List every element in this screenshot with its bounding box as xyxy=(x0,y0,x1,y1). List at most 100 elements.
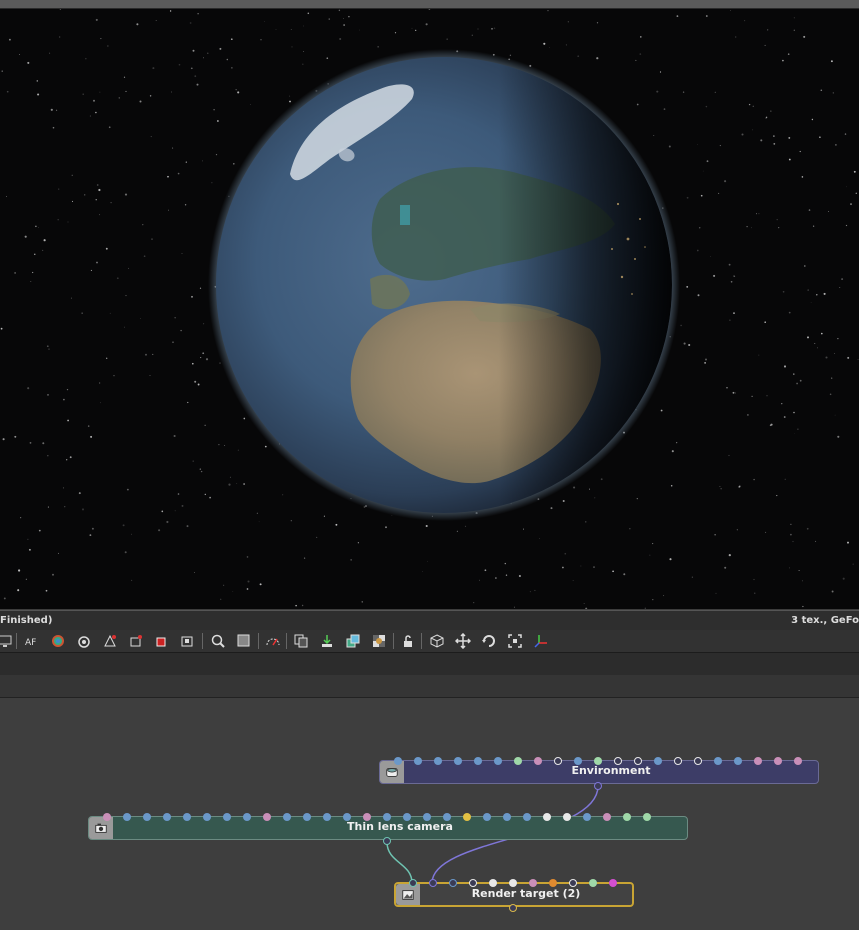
red-square-icon[interactable] xyxy=(153,632,171,650)
node-input-pin[interactable] xyxy=(263,813,271,821)
import-icon[interactable] xyxy=(318,632,336,650)
node-input-pin[interactable] xyxy=(469,879,477,887)
fit-icon[interactable] xyxy=(506,632,524,650)
lock-icon[interactable] xyxy=(399,632,417,650)
node-input-pin[interactable] xyxy=(183,813,191,821)
copy-icon[interactable] xyxy=(292,632,310,650)
node-input-pin[interactable] xyxy=(754,757,762,765)
node-input-pin[interactable] xyxy=(594,757,602,765)
node-input-pin[interactable] xyxy=(429,879,437,887)
node-input-pin[interactable] xyxy=(489,879,497,887)
node-input-pin[interactable] xyxy=(634,757,642,765)
node-input-pin[interactable] xyxy=(363,813,371,821)
node-input-pin[interactable] xyxy=(734,757,742,765)
node-input-pin[interactable] xyxy=(283,813,291,821)
node-input-pin[interactable] xyxy=(383,813,391,821)
node-input-pin[interactable] xyxy=(343,813,351,821)
node-input-pin[interactable] xyxy=(443,813,451,821)
node-input-pin[interactable] xyxy=(394,757,402,765)
checker-icon[interactable] xyxy=(370,632,388,650)
toolbar-separator xyxy=(202,633,203,649)
star xyxy=(189,22,192,24)
node-graph-editor[interactable]: Environment Thin lens camera Render targ… xyxy=(0,698,859,930)
render-viewport[interactable] xyxy=(0,9,859,609)
light-icon[interactable] xyxy=(101,632,119,650)
display-icon[interactable] xyxy=(0,632,14,650)
node-input-pin[interactable] xyxy=(423,813,431,821)
node-input-pin[interactable] xyxy=(714,757,722,765)
toolbar-separator xyxy=(258,633,259,649)
color-icon[interactable] xyxy=(49,632,67,650)
node-input-pin[interactable] xyxy=(654,757,662,765)
star xyxy=(686,285,689,288)
aperture-icon[interactable]: AF xyxy=(23,632,41,650)
node-input-pin[interactable] xyxy=(434,757,442,765)
node-input-pin[interactable] xyxy=(594,782,602,790)
node-input-pin[interactable] xyxy=(774,757,782,765)
node-input-pin[interactable] xyxy=(623,813,631,821)
node-input-pin[interactable] xyxy=(569,879,577,887)
node-input-pin[interactable] xyxy=(549,879,557,887)
node-input-pin[interactable] xyxy=(383,837,391,845)
star xyxy=(728,454,730,457)
node-input-pin[interactable] xyxy=(523,813,531,821)
node-input-pin[interactable] xyxy=(203,813,211,821)
node-input-pin[interactable] xyxy=(694,757,702,765)
node-input-pin[interactable] xyxy=(614,757,622,765)
node-input-pin[interactable] xyxy=(449,879,457,887)
node-input-pin[interactable] xyxy=(529,879,537,887)
node-input-pin[interactable] xyxy=(123,813,131,821)
node-input-pin[interactable] xyxy=(609,879,617,887)
viewport-icon[interactable] xyxy=(179,632,197,650)
star xyxy=(49,52,51,54)
node-input-pin[interactable] xyxy=(794,757,802,765)
node-input-pin[interactable] xyxy=(503,813,511,821)
star xyxy=(303,51,305,53)
star xyxy=(303,25,304,27)
render-settings-icon[interactable] xyxy=(127,632,145,650)
camera-icon[interactable] xyxy=(75,632,93,650)
node-input-pin[interactable] xyxy=(603,813,611,821)
node-input-pin[interactable] xyxy=(463,813,471,821)
node-input-pin[interactable] xyxy=(583,813,591,821)
node-input-pin[interactable] xyxy=(509,904,517,912)
speed-icon[interactable] xyxy=(264,632,282,650)
cube-icon[interactable] xyxy=(428,632,446,650)
region-icon[interactable] xyxy=(235,632,253,650)
node-input-pin[interactable] xyxy=(403,813,411,821)
star xyxy=(572,580,574,581)
star xyxy=(217,120,219,122)
node-input-pin[interactable] xyxy=(494,757,502,765)
node-input-pin[interactable] xyxy=(514,757,522,765)
star xyxy=(782,59,784,62)
node-input-pin[interactable] xyxy=(483,813,491,821)
layers-icon[interactable] xyxy=(344,632,362,650)
node-input-pin[interactable] xyxy=(143,813,151,821)
node-input-pin[interactable] xyxy=(543,813,551,821)
node-input-pin[interactable] xyxy=(163,813,171,821)
node-input-pin[interactable] xyxy=(674,757,682,765)
move-icon[interactable] xyxy=(454,632,472,650)
axis-icon[interactable] xyxy=(532,632,550,650)
node-input-pin[interactable] xyxy=(509,879,517,887)
node-input-pin[interactable] xyxy=(563,813,571,821)
node-input-pin[interactable] xyxy=(589,879,597,887)
node-input-pin[interactable] xyxy=(534,757,542,765)
node-input-pin[interactable] xyxy=(323,813,331,821)
rotate-icon[interactable] xyxy=(480,632,498,650)
star xyxy=(513,606,515,608)
node-input-pin[interactable] xyxy=(303,813,311,821)
star xyxy=(236,483,238,484)
node-input-pin[interactable] xyxy=(474,757,482,765)
star xyxy=(158,529,161,532)
node-input-pin[interactable] xyxy=(574,757,582,765)
node-input-pin[interactable] xyxy=(103,813,111,821)
node-input-pin[interactable] xyxy=(223,813,231,821)
node-input-pin[interactable] xyxy=(554,757,562,765)
zoom-icon[interactable] xyxy=(209,632,227,650)
node-input-pin[interactable] xyxy=(414,757,422,765)
node-input-pin[interactable] xyxy=(454,757,462,765)
node-input-pin[interactable] xyxy=(409,879,417,887)
node-input-pin[interactable] xyxy=(243,813,251,821)
node-input-pin[interactable] xyxy=(643,813,651,821)
